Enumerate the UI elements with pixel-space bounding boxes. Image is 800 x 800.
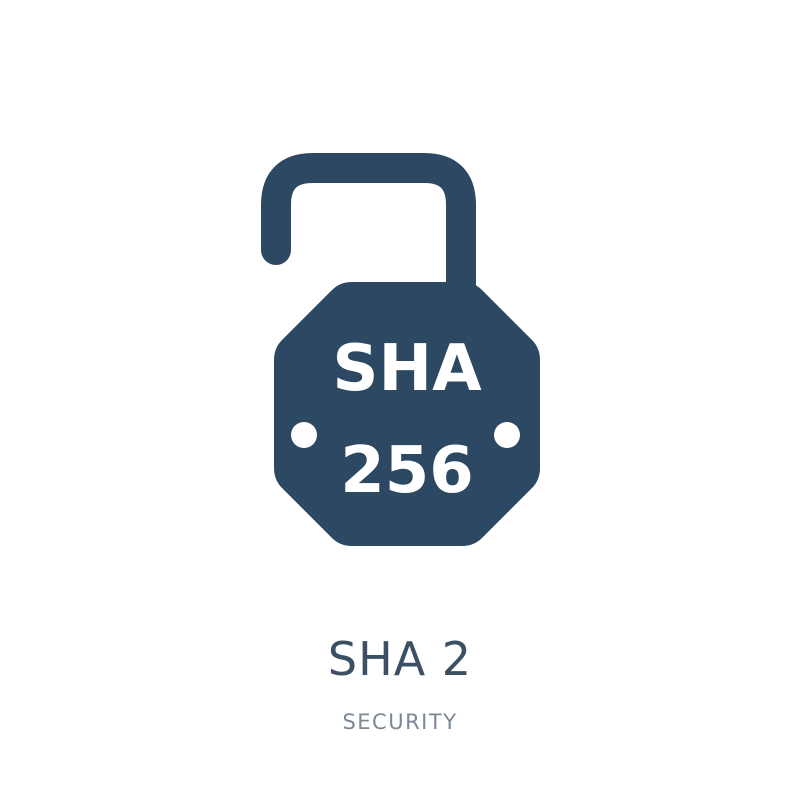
lock-shackle (261, 153, 476, 315)
icon-category: SECURITY (342, 710, 458, 734)
left-dot (291, 422, 317, 448)
icon-label-256: 256 (340, 434, 474, 508)
right-dot (494, 422, 520, 448)
icon-title: SHA 2 (327, 632, 473, 686)
icon-label-sha: SHA (332, 332, 482, 406)
